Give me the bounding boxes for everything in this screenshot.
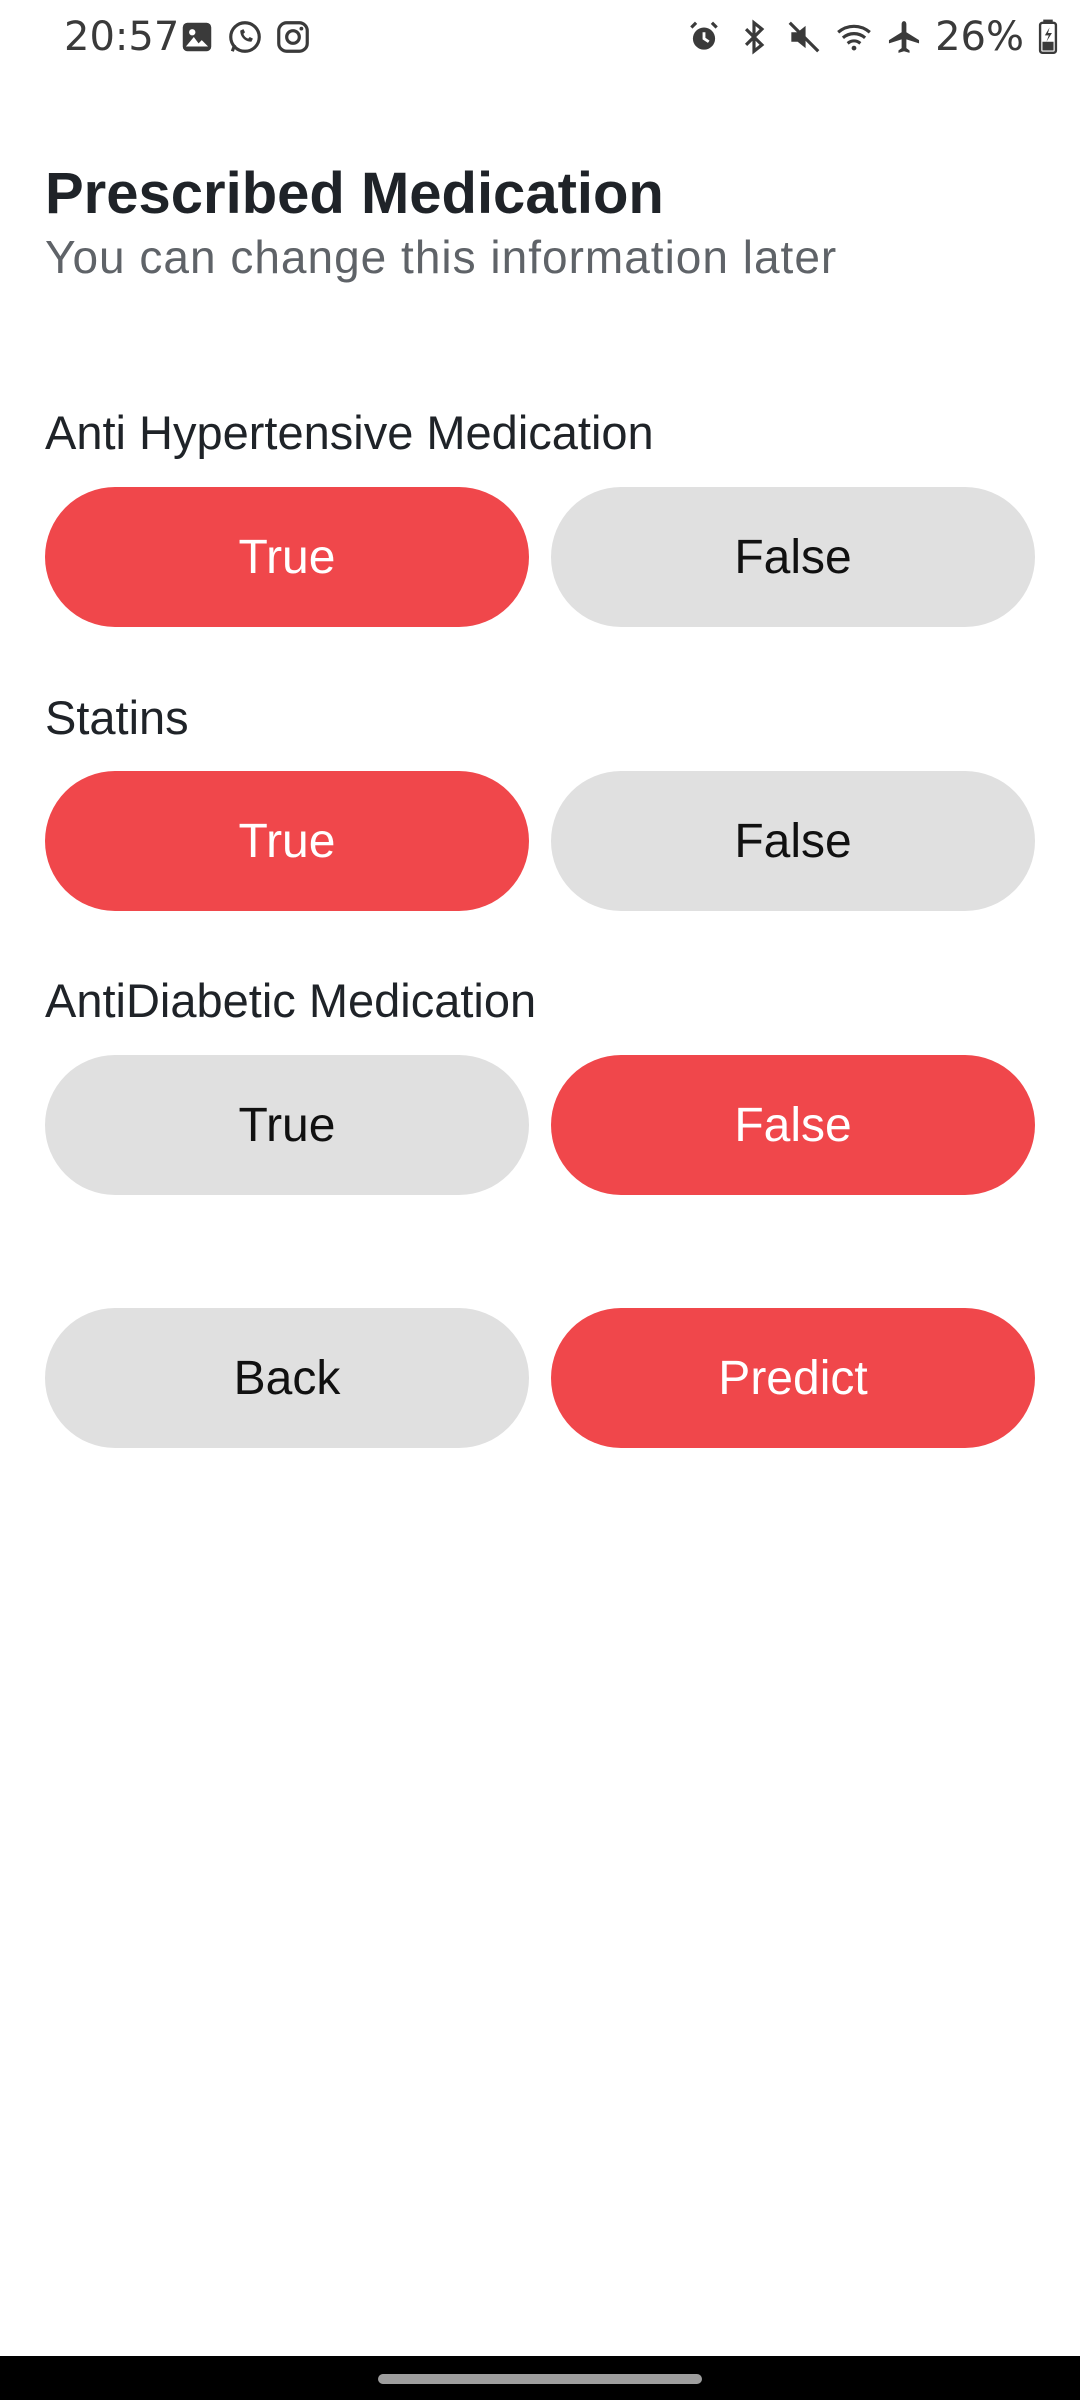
statins-true-button[interactable]: True	[45, 771, 529, 911]
antidiabetic-true-button[interactable]: True	[45, 1055, 529, 1195]
wifi-icon	[837, 24, 871, 51]
page-subtitle: You can change this information later	[45, 231, 838, 283]
screen: 20:57 26% Prescribed Medication You can …	[0, 0, 1080, 2400]
notification-icons	[178, 18, 312, 56]
instagram-icon	[277, 21, 309, 53]
image-icon	[182, 22, 212, 52]
back-button[interactable]: Back	[45, 1308, 529, 1448]
navigation-bar	[0, 2356, 1080, 2400]
alarm-icon	[690, 21, 718, 50]
antidiabetic-label: AntiDiabetic Medication	[45, 974, 537, 1027]
whatsapp-icon	[229, 21, 261, 53]
antidiabetic-false-button[interactable]: False	[551, 1055, 1035, 1195]
bluetooth-icon	[745, 19, 765, 55]
system-icons: 26%	[685, 14, 1060, 60]
status-time: 20:57	[64, 14, 180, 60]
statins-label: Statins	[45, 691, 189, 744]
status-bar: 20:57 26%	[0, 0, 1080, 80]
statins-false-button[interactable]: False	[551, 771, 1035, 911]
anti-hypertensive-true-button[interactable]: True	[45, 487, 529, 627]
battery-level: 26%	[935, 14, 1024, 60]
home-gesture-handle[interactable]	[378, 2374, 702, 2384]
mute-icon	[788, 21, 820, 53]
battery-charging-icon	[1038, 19, 1058, 55]
anti-hypertensive-false-button[interactable]: False	[551, 487, 1035, 627]
anti-hypertensive-label: Anti Hypertensive Medication	[45, 406, 654, 459]
predict-button[interactable]: Predict	[551, 1308, 1035, 1448]
airplane-icon	[889, 21, 920, 53]
page-title: Prescribed Medication	[45, 161, 664, 226]
